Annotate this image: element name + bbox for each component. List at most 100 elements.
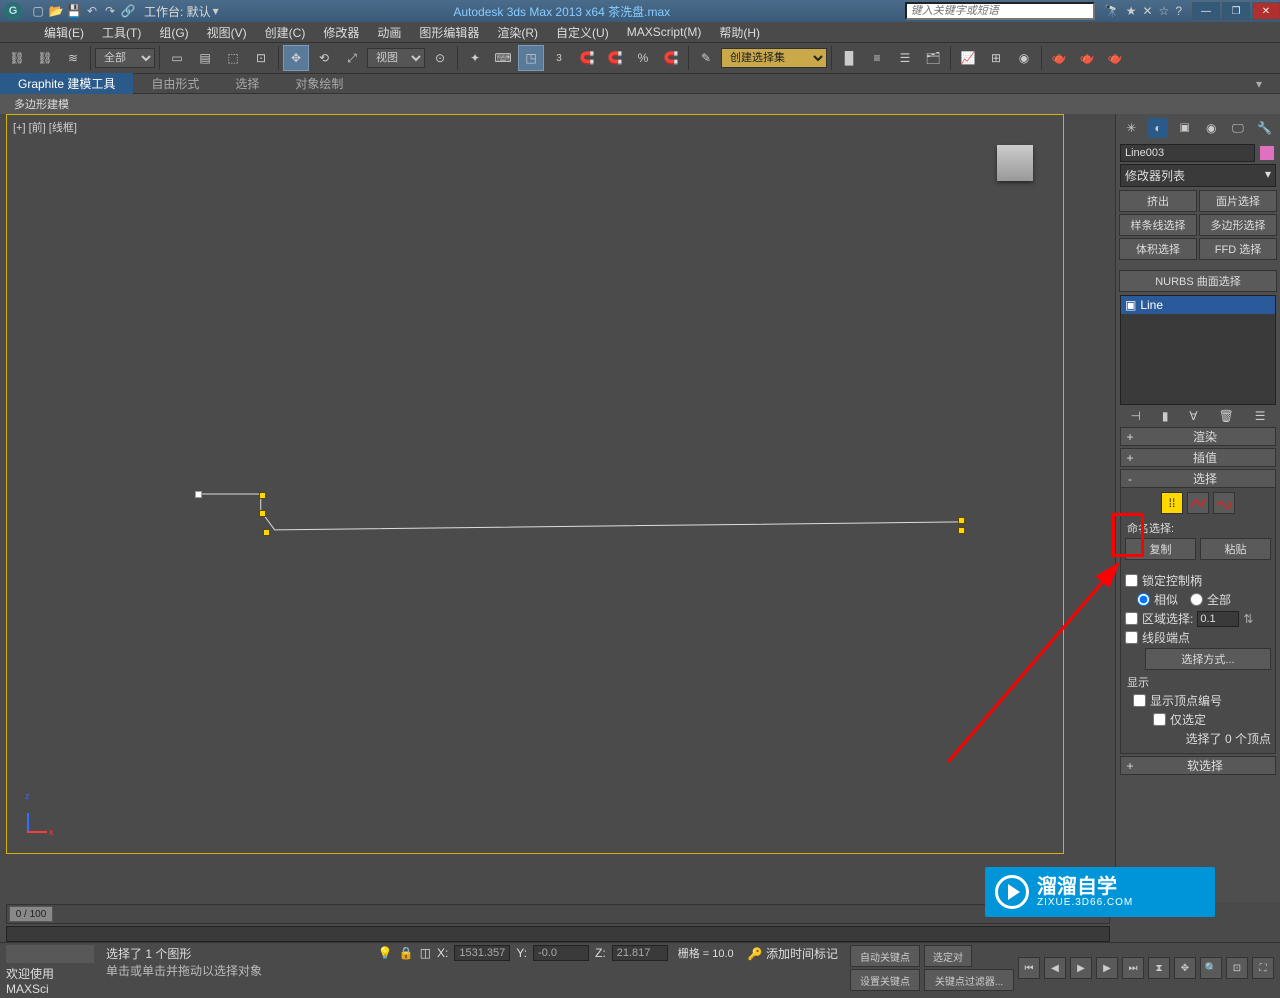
- rollout-interpolation[interactable]: +插值: [1120, 448, 1276, 467]
- schematic-icon[interactable]: ⊞: [983, 45, 1009, 71]
- selection-filter[interactable]: 全部: [95, 48, 155, 68]
- copy-selection-button[interactable]: 复制: [1125, 538, 1196, 560]
- prev-frame-icon[interactable]: ◀: [1044, 957, 1066, 979]
- mod-btn-splinesel[interactable]: 样条线选择: [1119, 214, 1197, 236]
- select-name-icon[interactable]: ▤: [192, 45, 218, 71]
- make-unique-icon[interactable]: ∀: [1187, 407, 1199, 425]
- utilities-panel-icon[interactable]: 🔧: [1255, 118, 1275, 138]
- stack-item-line[interactable]: ▣ Line: [1121, 296, 1275, 314]
- mod-btn-polysel[interactable]: 多边形选择: [1199, 214, 1277, 236]
- menu-help[interactable]: 帮助(H): [711, 22, 768, 43]
- app-logo[interactable]: G: [4, 2, 22, 20]
- modifier-list-dropdown[interactable]: 修改器列表 ▾: [1120, 164, 1276, 187]
- percent-icon[interactable]: %: [630, 45, 656, 71]
- qat-undo-icon[interactable]: ↶: [84, 3, 100, 19]
- viewport-label[interactable]: [+] [前] [线框]: [13, 119, 77, 135]
- hierarchy-panel-icon[interactable]: 🞕: [1175, 118, 1195, 138]
- setkey-button[interactable]: 设置关键点: [850, 969, 920, 991]
- rect-select-icon[interactable]: ⬚: [220, 45, 246, 71]
- move-icon[interactable]: ✥: [283, 45, 309, 71]
- layer-manager-icon[interactable]: 🗂: [920, 45, 946, 71]
- close-button[interactable]: ✕: [1252, 2, 1280, 20]
- time-slider-thumb[interactable]: 0 / 100: [9, 906, 53, 922]
- rollout-selection[interactable]: -选择: [1120, 469, 1276, 488]
- subobj-segment-button[interactable]: [1187, 492, 1209, 514]
- render-frame-icon[interactable]: 🫖: [1074, 45, 1100, 71]
- mirror-icon[interactable]: ▐▌: [836, 45, 862, 71]
- object-name-input[interactable]: [1120, 144, 1255, 162]
- goto-end-icon[interactable]: ⏭: [1122, 957, 1144, 979]
- expand-icon[interactable]: ▣: [1125, 298, 1136, 312]
- similar-radio[interactable]: [1137, 593, 1150, 606]
- pin-stack-icon[interactable]: ⊣: [1128, 407, 1142, 425]
- scale-icon[interactable]: ⤢: [339, 45, 365, 71]
- max-toggle-icon[interactable]: ⛶: [1252, 957, 1274, 979]
- unlink-icon[interactable]: ⛓: [32, 45, 58, 71]
- add-time-tag[interactable]: 添加时间标记: [766, 947, 838, 961]
- ribbon-tab-freeform[interactable]: 自由形式: [133, 73, 217, 94]
- qat-link-icon[interactable]: 🔗: [120, 3, 136, 19]
- qat-new-icon[interactable]: ▢: [30, 3, 46, 19]
- coord-z-input[interactable]: [612, 945, 668, 961]
- magnet-icon[interactable]: 🧲: [658, 45, 684, 71]
- show-vertex-numbers-checkbox[interactable]: [1133, 694, 1146, 707]
- snap-toggle-icon[interactable]: ◳: [518, 45, 544, 71]
- window-crossing-icon[interactable]: ⊡: [248, 45, 274, 71]
- viewcube[interactable]: [997, 145, 1033, 181]
- menu-maxscript[interactable]: MAXScript(M): [619, 23, 710, 41]
- select-by-button[interactable]: 选择方式...: [1145, 648, 1271, 670]
- coord-x-input[interactable]: [454, 945, 510, 961]
- help-search-input[interactable]: [905, 2, 1095, 20]
- maximize-button[interactable]: ❐: [1222, 2, 1250, 20]
- favorites-icon[interactable]: ☆: [1159, 4, 1170, 18]
- menu-edit[interactable]: 编辑(E): [36, 22, 92, 43]
- spline-vertex[interactable]: [263, 529, 270, 536]
- segment-end-checkbox[interactable]: [1125, 631, 1138, 644]
- modifier-stack[interactable]: ▣ Line: [1120, 295, 1276, 405]
- qat-save-icon[interactable]: 💾: [66, 3, 82, 19]
- menu-view[interactable]: 视图(V): [199, 22, 255, 43]
- rollout-render[interactable]: +渲染: [1120, 427, 1276, 446]
- play-icon[interactable]: ▶: [1070, 957, 1092, 979]
- ribbon-panel-label[interactable]: 多边形建模: [0, 94, 1280, 114]
- isolate-icon[interactable]: ◫: [420, 946, 431, 960]
- zoom-all-icon[interactable]: ⊡: [1226, 957, 1248, 979]
- lock-selection-icon[interactable]: 💡: [378, 946, 393, 960]
- manipulate-icon[interactable]: ✦: [462, 45, 488, 71]
- menu-rendering[interactable]: 渲染(R): [489, 22, 546, 43]
- keyboard-icon[interactable]: ⌨: [490, 45, 516, 71]
- mod-btn-extrude[interactable]: 挤出: [1119, 190, 1197, 212]
- pan-view-icon[interactable]: ✥: [1174, 957, 1196, 979]
- spline-vertex[interactable]: [958, 517, 965, 524]
- percent-snap-icon[interactable]: 🧲: [574, 45, 600, 71]
- key-filters-button[interactable]: 关键点过滤器...: [924, 969, 1014, 991]
- subobj-vertex-button[interactable]: ⁞⁞: [1161, 492, 1183, 514]
- qat-redo-icon[interactable]: ↷: [102, 3, 118, 19]
- time-config-icon[interactable]: ⧗: [1148, 957, 1170, 979]
- ribbon-tab-graphite[interactable]: Graphite 建模工具: [0, 73, 133, 94]
- display-panel-icon[interactable]: 🖵: [1228, 118, 1248, 138]
- ribbon-tab-selection[interactable]: 选择: [217, 73, 277, 94]
- menu-modifiers[interactable]: 修改器: [315, 22, 367, 43]
- area-selection-spinner[interactable]: [1197, 611, 1239, 627]
- track-bar[interactable]: [6, 926, 1110, 942]
- modify-panel-icon[interactable]: ◐: [1148, 118, 1168, 138]
- show-result-icon[interactable]: ▮: [1160, 407, 1171, 425]
- binoculars-icon[interactable]: 🔭: [1105, 4, 1120, 18]
- spinner-arrows-icon[interactable]: ⇅: [1243, 612, 1253, 626]
- selected-set-dropdown[interactable]: 选定对: [924, 945, 972, 967]
- selected-only-checkbox[interactable]: [1153, 713, 1166, 726]
- render-setup-icon[interactable]: 🫖: [1046, 45, 1072, 71]
- link-icon[interactable]: ⛓: [4, 45, 30, 71]
- edit-named-sel-icon[interactable]: ✎: [693, 45, 719, 71]
- goto-start-icon[interactable]: ⏮: [1018, 957, 1040, 979]
- align-icon[interactable]: ≡: [864, 45, 890, 71]
- spline-vertex[interactable]: [259, 492, 266, 499]
- lock-icon[interactable]: 🔒: [399, 946, 414, 960]
- spinner-snap-icon[interactable]: 🧲: [602, 45, 628, 71]
- bind-icon[interactable]: ≋: [60, 45, 86, 71]
- ref-coord-system[interactable]: 视图: [367, 48, 425, 68]
- create-panel-icon[interactable]: ✳: [1121, 118, 1141, 138]
- rotate-icon[interactable]: ⟲: [311, 45, 337, 71]
- mod-btn-volsel[interactable]: 体积选择: [1119, 238, 1197, 260]
